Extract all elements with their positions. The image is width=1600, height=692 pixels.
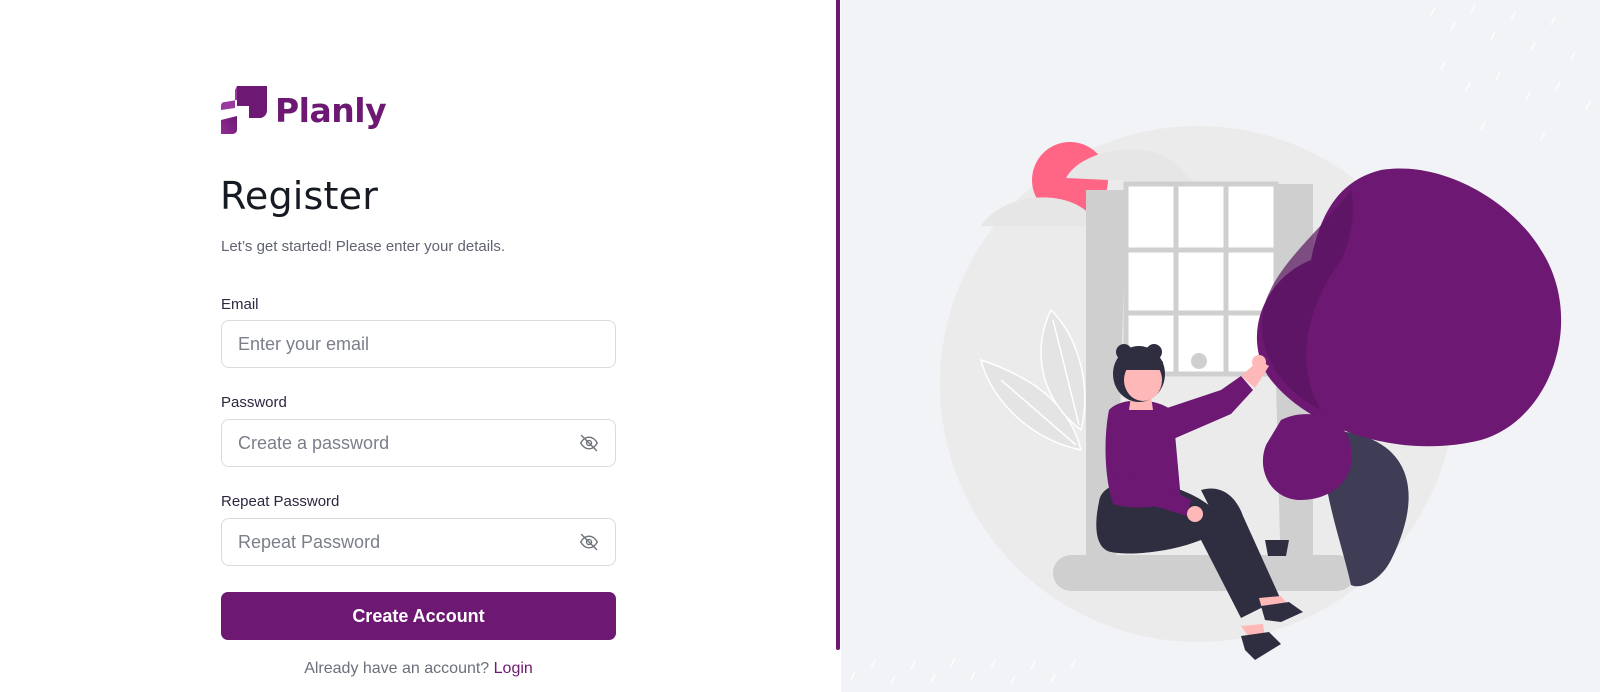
brand-name: Planly — [275, 90, 387, 130]
cup — [1265, 540, 1289, 556]
page-title: Register — [220, 174, 379, 218]
repeat-password-input[interactable] — [238, 531, 579, 553]
login-link[interactable]: Login — [494, 660, 533, 677]
register-panel: Planly Register Let’s get started! Pleas… — [0, 0, 837, 692]
brand-logo: Planly — [221, 86, 387, 134]
email-label: Email — [221, 296, 259, 313]
repeat-password-field[interactable] — [221, 518, 616, 566]
woman-at-window-illustration — [850, 4, 1591, 685]
planly-logo-icon — [221, 86, 267, 134]
password-input[interactable] — [238, 432, 579, 454]
illustration-panel — [841, 0, 1600, 692]
page-subtitle: Let’s get started! Please enter your det… — [221, 238, 506, 255]
email-input[interactable] — [238, 333, 599, 355]
create-account-button[interactable]: Create Account — [221, 592, 616, 640]
login-prompt: Already have an account? Login — [221, 660, 616, 678]
repeat-password-label: Repeat Password — [221, 493, 340, 510]
login-prompt-text: Already have an account? — [304, 660, 490, 677]
dash-pattern-bottom-left — [850, 657, 1076, 685]
password-label: Password — [221, 394, 287, 411]
password-field[interactable] — [221, 419, 616, 467]
dash-pattern-top-right — [1430, 4, 1591, 141]
pane-divider — [836, 0, 840, 650]
eye-off-icon[interactable] — [579, 433, 599, 453]
eye-off-icon[interactable] — [579, 532, 599, 552]
email-field[interactable] — [221, 320, 616, 368]
